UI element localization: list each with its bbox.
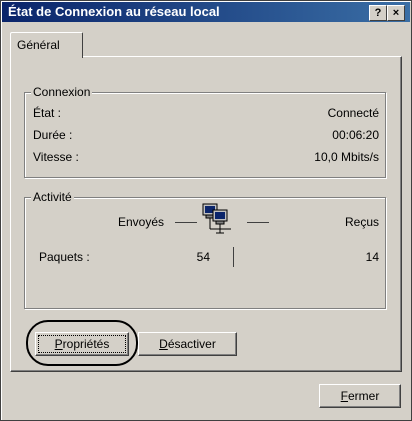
vitesse-value: 10,0 Mbits/s xyxy=(314,150,379,164)
recus-line xyxy=(247,222,269,223)
tab-general[interactable]: Général xyxy=(10,32,83,58)
activite-legend: Activité xyxy=(31,190,74,204)
recus-label: Reçus xyxy=(344,215,379,229)
proprietes-button[interactable]: Propriétés xyxy=(35,332,129,356)
title-bar[interactable]: État de Connexion au réseau local ? × xyxy=(2,2,410,22)
tab-general-label: Général xyxy=(17,38,60,52)
connexion-group: Connexion État : Connecté Durée : 00:06:… xyxy=(24,85,386,178)
desactiver-button[interactable]: Désactiver xyxy=(138,332,237,356)
fermer-accelerator: F xyxy=(340,389,348,403)
duree-label: Durée : xyxy=(33,128,73,142)
general-panel: Connexion État : Connecté Durée : 00:06:… xyxy=(10,56,402,372)
fermer-label: ermer xyxy=(348,389,380,403)
proprietes-label: ropriétés xyxy=(62,337,110,351)
envoyes-line xyxy=(175,222,197,223)
connexion-legend: Connexion xyxy=(31,85,93,99)
connection-status-dialog: État de Connexion au réseau local ? × Gé… xyxy=(0,0,412,421)
activite-group: Activité Envoyés Reçus Paquets: 54 14 xyxy=(24,190,386,309)
proprietes-accelerator: P xyxy=(54,337,63,351)
network-computers-icon xyxy=(201,202,241,238)
paquets-recus-value: 14 xyxy=(365,250,379,264)
etat-value: Connecté xyxy=(327,106,379,120)
window-title: État de Connexion au réseau local xyxy=(8,4,220,19)
duree-value: 00:06:20 xyxy=(332,128,379,142)
paquets-envoyes-value: 54 xyxy=(196,250,210,264)
desactiver-label: ésactiver xyxy=(167,337,216,351)
etat-label: État : xyxy=(33,106,62,120)
help-button[interactable]: ? xyxy=(369,5,387,21)
fermer-button[interactable]: Fermer xyxy=(319,384,401,408)
close-button[interactable]: × xyxy=(387,5,405,21)
vitesse-label: Vitesse : xyxy=(33,150,79,164)
activity-divider xyxy=(233,247,234,267)
desactiver-accelerator: D xyxy=(159,337,168,351)
paquets-label: Paquets : xyxy=(39,250,90,264)
envoyes-label: Envoyés xyxy=(118,215,165,229)
